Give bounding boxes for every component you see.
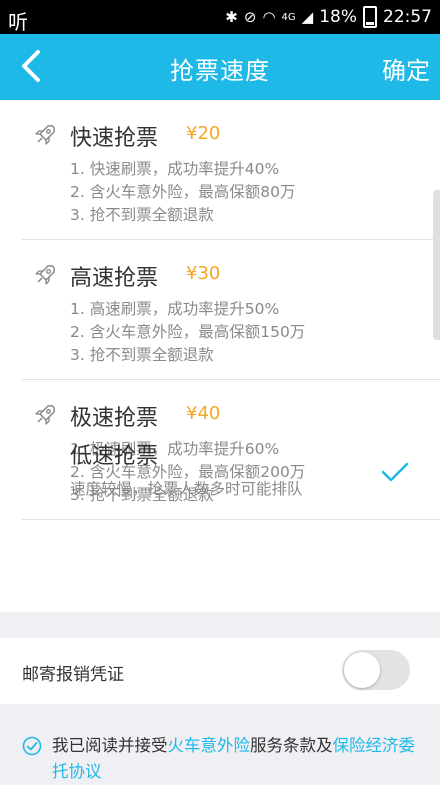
signal-icon: ◢ xyxy=(301,8,314,26)
agreement-text-part: 服务条款及 xyxy=(250,736,333,755)
page-title: 抢票速度 xyxy=(170,57,270,85)
bluetooth-icon: ✱ xyxy=(225,8,238,26)
option-feature: 1. 高速刷票，成功率提升50% xyxy=(70,300,280,318)
battery-percent: 18% xyxy=(319,7,357,27)
option-name: 快速抢票 xyxy=(70,126,159,151)
mail-receipt-toggle[interactable] xyxy=(342,650,410,690)
agreement-row: 我已阅读并接受火车意外险服务条款及保险经济委托协议 xyxy=(0,718,440,782)
option-feature: 2. 含火车意外险，最高保额150万 xyxy=(70,323,306,341)
option-price: ¥30 xyxy=(186,263,221,284)
agreement-text: 我已阅读并接受火车意外险服务条款及保险经济委托协议 xyxy=(52,733,422,785)
speed-option[interactable]: 快速抢票 ¥20 1. 快速刷票，成功率提升40% 2. 含火车意外险，最高保额80万… xyxy=(0,100,440,240)
mail-receipt-label: 邮寄报销凭证 xyxy=(22,665,124,685)
network-type: 4G xyxy=(281,11,296,23)
option-feature: 3. 抢不到票全额退款 xyxy=(70,346,214,364)
wifi-icon: ◠ xyxy=(262,8,276,26)
confirm-button[interactable]: 确定 xyxy=(382,51,430,86)
mail-receipt-row: 邮寄报销凭证 xyxy=(0,638,440,704)
chevron-left-icon xyxy=(22,50,40,82)
option-feature: 1. 快速刷票，成功率提升40% xyxy=(70,160,280,178)
option-name: 高速抢票 xyxy=(70,266,159,291)
listen-app-icon: 听 xyxy=(8,10,28,34)
status-bar: 听 ✱ ⊘ ◠ 4G ◢ 18% 22:57 xyxy=(0,0,440,34)
option-feature: 3. 抢不到票全额退款 xyxy=(70,206,214,224)
rocket-icon xyxy=(32,262,58,288)
agreement-checkbox-icon[interactable] xyxy=(22,736,42,756)
accident-insurance-link[interactable]: 火车意外险 xyxy=(168,736,251,755)
clock: 22:57 xyxy=(383,7,432,27)
speed-option[interactable]: 高速抢票 ¥30 1. 高速刷票，成功率提升50% 2. 含火车意外险，最高保额150… xyxy=(0,240,440,380)
status-icons: ✱ ⊘ ◠ 4G ◢ 18% 22:57 xyxy=(225,6,432,28)
mute-icon: ⊘ xyxy=(243,8,257,26)
toggle-knob xyxy=(344,652,380,688)
option-price: ¥20 xyxy=(186,123,221,144)
back-button[interactable] xyxy=(14,46,54,86)
battery-icon xyxy=(363,6,377,28)
app-header: 抢票速度 确定 xyxy=(0,34,440,100)
speed-option-low[interactable] xyxy=(0,420,440,612)
agreement-text-part: 我已阅读并接受 xyxy=(52,736,168,755)
rocket-icon xyxy=(32,122,58,148)
option-feature: 2. 含火车意外险，最高保额80万 xyxy=(70,183,296,201)
